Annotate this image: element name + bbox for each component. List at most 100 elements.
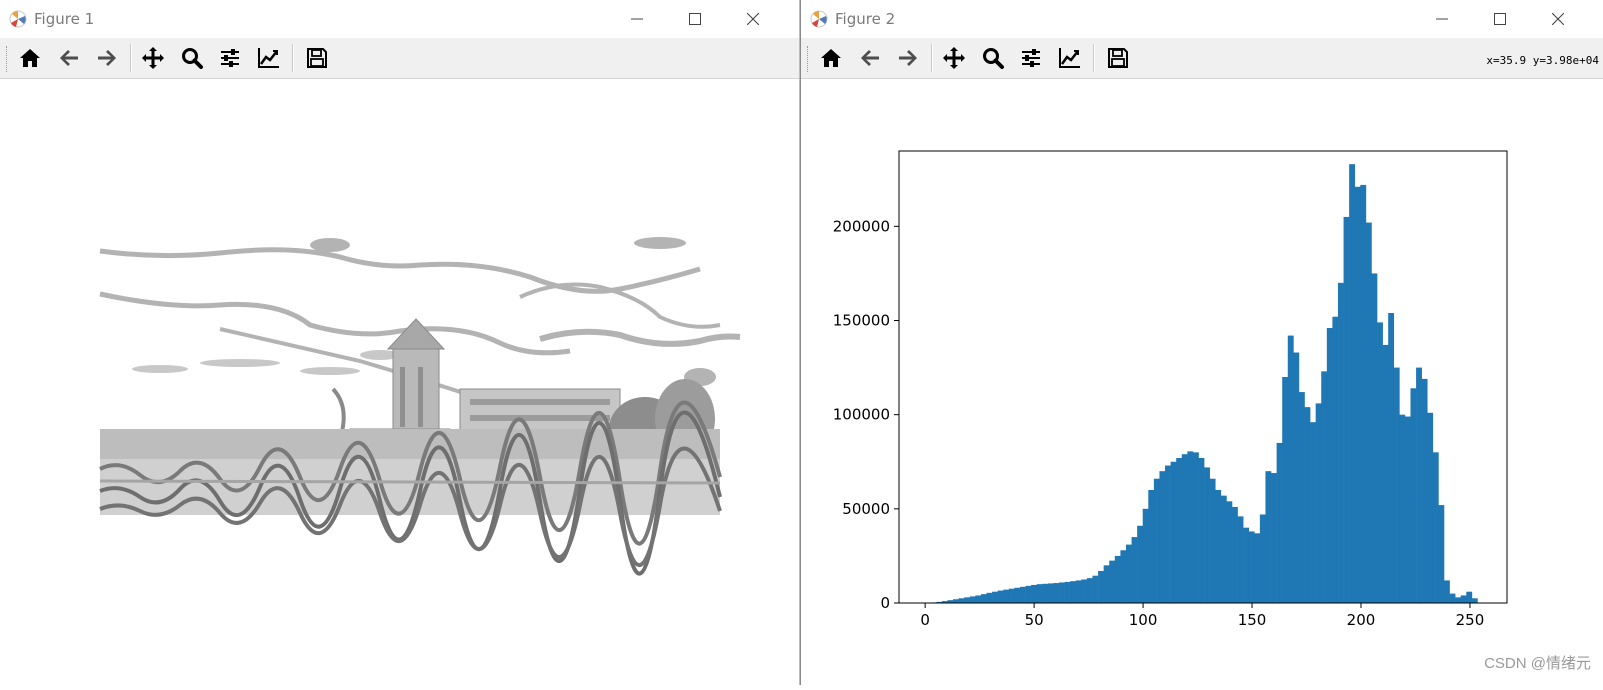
histogram-bar: [1176, 457, 1183, 603]
histogram-bar: [1220, 495, 1227, 603]
histogram-bar: [1098, 570, 1104, 603]
histogram-bar: [1332, 316, 1339, 603]
maximize-button[interactable]: [672, 4, 718, 34]
home-button[interactable]: [14, 43, 46, 73]
matplotlib-app-icon: [9, 10, 27, 28]
histogram-bar: [1181, 454, 1188, 603]
minimize-button[interactable]: [614, 4, 660, 34]
histogram-bar: [997, 590, 1004, 603]
grayscale-photo-landscape-icon: [99, 237, 741, 576]
histogram-bar: [1187, 451, 1194, 603]
histogram-bar: [1460, 595, 1467, 603]
x-tick-label: 100: [1129, 611, 1158, 629]
configure-subplots-button[interactable]: [1015, 43, 1047, 73]
histogram-bar: [1343, 216, 1350, 603]
histogram-bar: [1282, 377, 1289, 603]
close-button[interactable]: [1535, 4, 1581, 34]
histogram-bar: [992, 591, 998, 603]
zoom-button[interactable]: [977, 43, 1009, 73]
y-tick-label: 200000: [833, 217, 890, 235]
pan-icon: [142, 47, 164, 69]
histogram-bar: [1271, 473, 1277, 603]
home-icon: [20, 49, 40, 67]
home-button[interactable]: [815, 43, 847, 73]
histogram-bar: [1265, 471, 1272, 603]
histogram-bar: [1471, 598, 1478, 603]
histogram-bar: [1075, 580, 1082, 603]
toolbar-separator: [931, 44, 933, 72]
y-tick-label: 150000: [833, 312, 890, 330]
histogram-bar: [1103, 565, 1110, 603]
histogram-bar: [1014, 587, 1021, 603]
histogram-bar: [1131, 537, 1138, 603]
histogram-bar: [1360, 184, 1367, 603]
back-button[interactable]: [854, 43, 886, 73]
histogram-bar: [1148, 490, 1155, 603]
histogram-bar: [1120, 550, 1127, 603]
figure2-titlebar[interactable]: Figure 2: [801, 0, 1603, 38]
maximize-button[interactable]: [1477, 4, 1523, 34]
histogram-bar: [1231, 506, 1238, 603]
figure1-toolbar: [0, 38, 799, 79]
maximize-icon: [689, 13, 701, 25]
save-button[interactable]: [1102, 43, 1134, 73]
figure1-canvas[interactable]: [0, 79, 799, 685]
histogram-bar: [1025, 585, 1032, 603]
histogram-bar: [975, 595, 982, 603]
toolbar-separator: [1093, 44, 1095, 72]
toolbar-grip[interactable]: [6, 46, 10, 72]
histogram-bar: [1349, 164, 1356, 603]
histogram-bar: [1432, 452, 1439, 603]
histogram-bar: [1047, 583, 1054, 603]
forward-button[interactable]: [91, 43, 123, 73]
histogram-chart[interactable]: 0 50 100 150 200 250 0 50000 100000 150000 200000: [801, 79, 1603, 685]
histogram-bar: [1354, 186, 1361, 603]
histogram-bar: [1042, 583, 1049, 603]
histogram-bar: [1443, 580, 1450, 603]
histogram-bar: [1031, 584, 1038, 603]
forward-button[interactable]: [892, 43, 924, 73]
back-button[interactable]: [53, 43, 85, 73]
configure-subplots-icon: [221, 49, 239, 67]
pan-button[interactable]: [137, 43, 169, 73]
toolbar-grip[interactable]: [807, 46, 811, 72]
edit-axis-button[interactable]: [1053, 43, 1085, 73]
histogram-bar: [1427, 412, 1434, 603]
histogram-bar: [953, 599, 959, 603]
histogram-bar: [1109, 560, 1116, 603]
histogram-bar: [1404, 416, 1411, 603]
histogram-bar: [1165, 465, 1171, 603]
histogram-bar: [1304, 407, 1311, 603]
histogram-bar: [1092, 575, 1099, 603]
histogram-bar: [1053, 583, 1060, 603]
x-tick-label: 150: [1238, 611, 1267, 629]
edit-axis-button[interactable]: [252, 43, 284, 73]
pan-button[interactable]: [938, 43, 970, 73]
figure1-titlebar[interactable]: Figure 1: [0, 0, 799, 38]
histogram-bar: [1070, 581, 1077, 603]
figure2-title: Figure 2: [835, 10, 896, 28]
figure2-toolbar: x=35.9 y=3.98e+04: [801, 38, 1603, 79]
histogram-bar: [1410, 388, 1417, 603]
zoom-button[interactable]: [176, 43, 208, 73]
histogram-bar: [1399, 414, 1406, 603]
minimize-button[interactable]: [1419, 4, 1465, 34]
histogram-bar: [1142, 508, 1149, 603]
histogram-bar: [1215, 490, 1222, 603]
close-button[interactable]: [730, 4, 776, 34]
histogram-bar: [1276, 442, 1283, 603]
toolbar-separator: [292, 44, 294, 72]
histogram-bar: [980, 594, 987, 603]
figure2-canvas[interactable]: 0 50 100 150 200 250 0 50000 100000 150000 200000 …: [801, 79, 1603, 685]
histogram-bar: [958, 598, 965, 603]
configure-subplots-button[interactable]: [214, 43, 246, 73]
histogram-bar: [1438, 505, 1445, 603]
close-icon: [1552, 13, 1564, 25]
y-tick-label: 0: [880, 594, 890, 612]
histogram-bar: [1114, 555, 1121, 603]
histogram-bar: [1003, 589, 1010, 603]
histogram-bar: [1237, 516, 1244, 603]
save-button[interactable]: [301, 43, 333, 73]
x-tick-label: 0: [920, 611, 930, 629]
histogram-bar: [1254, 533, 1261, 603]
